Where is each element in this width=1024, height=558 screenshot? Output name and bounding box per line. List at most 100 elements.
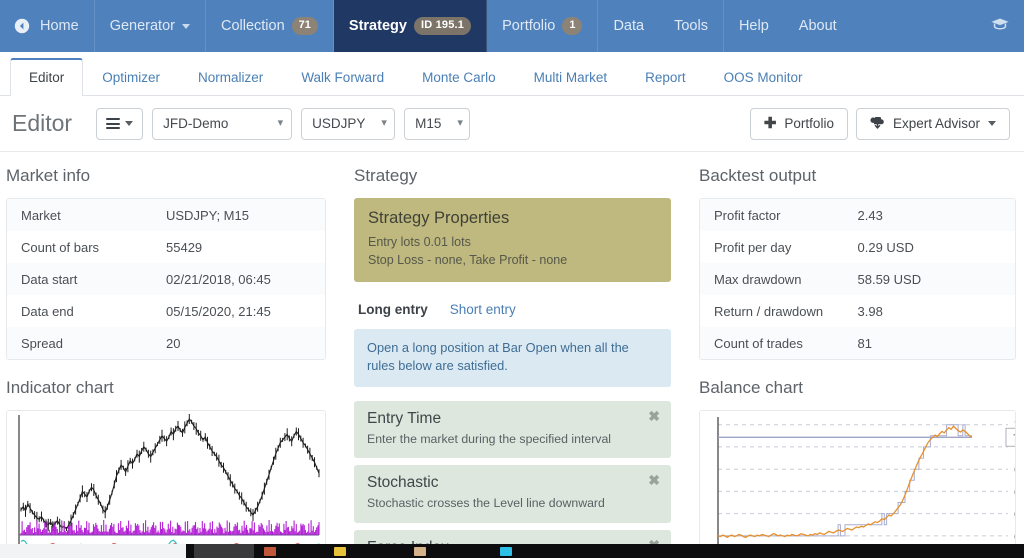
indicator-chart-title: Indicator chart <box>6 378 326 398</box>
nav-item-data-label: Data <box>613 18 644 34</box>
back-circle-icon <box>14 18 30 34</box>
svg-text:630: 630 <box>1014 509 1016 521</box>
rule-card-entry-time[interactable]: ✖ Entry Time Enter the market during the… <box>354 401 671 459</box>
table-row: Return / drawdown 3.98 <box>700 295 1015 327</box>
editor-main: Market info Market USDJPY; M15 Count of … <box>0 152 1024 558</box>
chevron-down-icon <box>125 121 133 126</box>
view-menu-button[interactable] <box>96 108 143 140</box>
tab-long-entry[interactable]: Long entry <box>358 302 428 317</box>
backtest-key: Profit per day <box>700 240 858 255</box>
tab-normalizer[interactable]: Normalizer <box>179 59 282 96</box>
nav-item-portfolio-label: Portfolio <box>502 18 555 34</box>
close-icon[interactable]: ✖ <box>648 473 660 487</box>
collection-count-badge: 71 <box>292 17 318 35</box>
nav-item-help-label: Help <box>739 18 769 34</box>
hamburger-icon <box>106 116 120 132</box>
nav-item-help[interactable]: Help <box>724 0 784 52</box>
tab-optimizer[interactable]: Optimizer <box>83 59 179 96</box>
nav-item-data[interactable]: Data <box>598 0 659 52</box>
tab-editor-label: Editor <box>29 70 64 85</box>
plus-icon: ✚ <box>764 116 777 131</box>
svg-text:733: 733 <box>1013 432 1016 444</box>
strategy-properties-card[interactable]: Strategy Properties Entry lots 0.01 lots… <box>354 198 671 282</box>
strategy-properties-line2: Stop Loss - none, Take Profit - none <box>368 251 657 269</box>
backtest-value: 3.98 <box>858 304 1016 319</box>
column-backtest: Backtest output Profit factor 2.43 Profi… <box>685 152 1024 558</box>
tab-multi-market[interactable]: Multi Market <box>515 59 627 96</box>
table-row: Market USDJPY; M15 <box>7 199 325 231</box>
indicator-chart-canvas <box>7 411 323 558</box>
nav-item-home-label: Home <box>40 18 79 34</box>
toolbar-right-group: ✚ Portfolio Expert Advisor <box>742 108 1010 140</box>
backtest-output-table: Profit factor 2.43 Profit per day 0.29 U… <box>699 198 1016 360</box>
nav-item-home[interactable]: Home <box>0 0 95 52</box>
taskbar-app-icon[interactable] <box>500 547 512 556</box>
tab-walk-forward[interactable]: Walk Forward <box>282 59 403 96</box>
tab-oos-monitor-label: OOS Monitor <box>724 70 803 85</box>
tab-editor[interactable]: Editor <box>10 58 83 96</box>
table-row: Profit factor 2.43 <box>700 199 1015 231</box>
indicator-chart[interactable] <box>6 410 326 558</box>
top-navbar: Home Generator Collection 71 Strategy ID… <box>0 0 1024 52</box>
balance-chart[interactable]: 750720690660630600 733 <box>699 410 1016 552</box>
chevron-down-icon <box>988 121 996 126</box>
taskbar-app-icon[interactable] <box>334 547 346 556</box>
tab-monte-carlo[interactable]: Monte Carlo <box>403 59 515 96</box>
add-to-portfolio-button[interactable]: ✚ Portfolio <box>750 108 848 140</box>
rule-card-stochastic[interactable]: ✖ Stochastic Stochastic crosses the Leve… <box>354 465 671 523</box>
table-row: Count of trades 81 <box>700 327 1015 359</box>
strategy-properties-line1: Entry lots 0.01 lots <box>368 233 657 251</box>
nav-item-tools[interactable]: Tools <box>659 0 724 52</box>
os-taskbar <box>0 544 1024 558</box>
table-row: Profit per day 0.29 USD <box>700 231 1015 263</box>
tab-walk-forward-label: Walk Forward <box>301 70 384 85</box>
taskbar-app-icon[interactable] <box>264 547 276 556</box>
nav-item-collection-label: Collection <box>221 18 285 34</box>
market-info-value: 05/15/2020, 21:45 <box>166 304 325 319</box>
page-title: Editor <box>8 110 72 137</box>
taskbar-app-icon[interactable] <box>414 547 426 556</box>
editor-toolbar: Editor JFD-Demo ▾ USDJPY ▾ M15 ▾ ✚ Portf… <box>0 96 1024 152</box>
tab-report-label: Report <box>645 70 686 85</box>
account-select-value: JFD-Demo <box>163 116 228 131</box>
table-row: Spread 20 <box>7 327 325 359</box>
strategy-properties-title: Strategy Properties <box>368 209 657 228</box>
backtest-value: 81 <box>858 336 1016 351</box>
backtest-value: 0.29 USD <box>858 240 1016 255</box>
backtest-value: 58.59 USD <box>858 272 1016 287</box>
taskbar-gap <box>186 544 194 558</box>
nav-item-strategy[interactable]: Strategy ID 195.1 <box>334 0 487 52</box>
tab-optimizer-label: Optimizer <box>102 70 160 85</box>
backtest-output-title: Backtest output <box>699 166 1016 186</box>
market-info-value: 02/21/2018, 06:45 <box>166 272 325 287</box>
market-info-key: Data start <box>7 272 166 287</box>
timeframe-select[interactable]: M15 ▾ <box>404 108 470 140</box>
nav-item-collection[interactable]: Collection 71 <box>206 0 334 52</box>
nav-item-tools-label: Tools <box>674 18 708 34</box>
academy-cap-icon[interactable] <box>990 16 1010 37</box>
balance-chart-title: Balance chart <box>699 378 1016 398</box>
nav-item-portfolio[interactable]: Portfolio 1 <box>487 0 598 52</box>
tab-report[interactable]: Report <box>626 59 705 96</box>
taskbar-window-segment <box>194 544 254 558</box>
market-info-key: Spread <box>7 336 166 351</box>
account-select[interactable]: JFD-Demo ▾ <box>152 108 292 140</box>
chevron-down-icon: ▾ <box>381 118 387 129</box>
column-strategy: Strategy Strategy Properties Entry lots … <box>340 152 685 558</box>
strategy-id-badge: ID 195.1 <box>414 17 471 35</box>
market-info-title: Market info <box>6 166 326 186</box>
tab-short-entry[interactable]: Short entry <box>450 302 516 317</box>
tab-oos-monitor[interactable]: OOS Monitor <box>705 59 822 96</box>
expert-advisor-button[interactable]: Expert Advisor <box>856 108 1010 140</box>
nav-item-about[interactable]: About <box>784 0 852 52</box>
taskbar-left-segment <box>0 544 186 558</box>
symbol-select[interactable]: USDJPY ▾ <box>301 108 395 140</box>
cloud-download-icon <box>870 117 885 131</box>
nav-item-generator[interactable]: Generator <box>95 0 206 52</box>
backtest-key: Max drawdown <box>700 272 858 287</box>
tab-multi-market-label: Multi Market <box>534 70 608 85</box>
close-icon[interactable]: ✖ <box>648 409 660 423</box>
market-info-value: 55429 <box>166 240 325 255</box>
svg-text:660: 660 <box>1014 486 1016 498</box>
market-info-key: Data end <box>7 304 166 319</box>
